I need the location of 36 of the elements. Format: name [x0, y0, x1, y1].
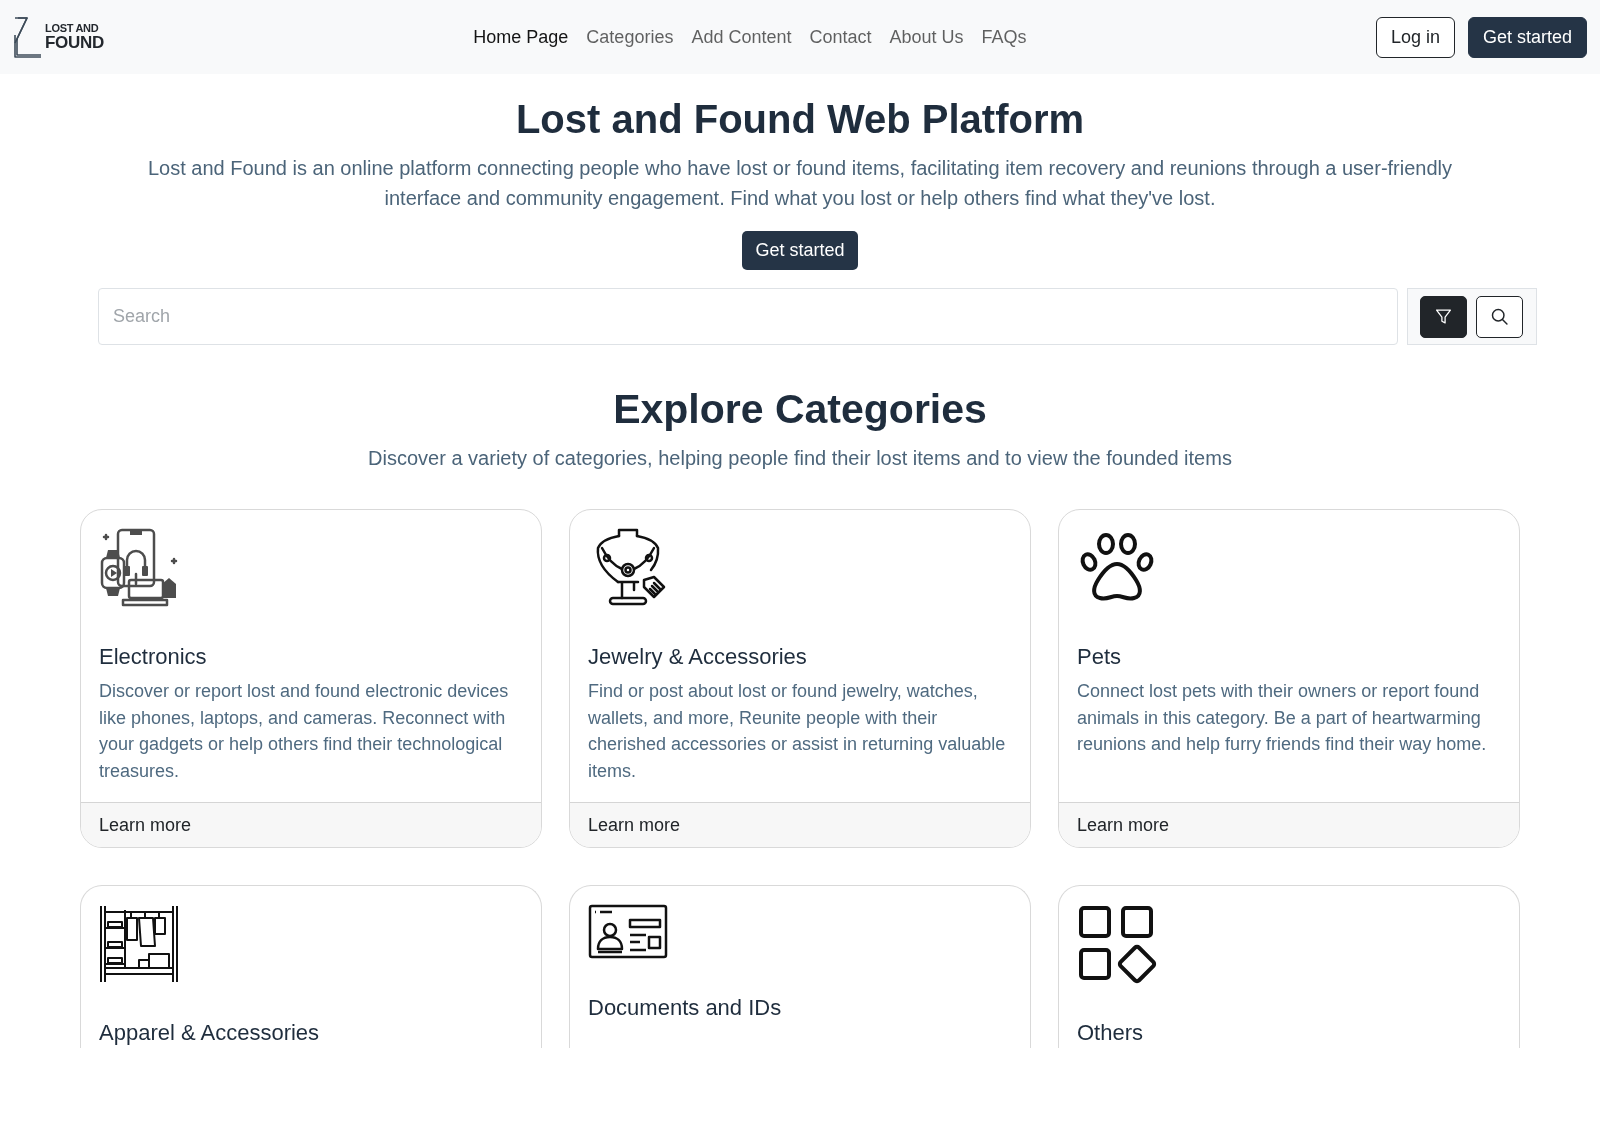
- logo-icon: [14, 16, 42, 58]
- section-title: Explore Categories: [612, 385, 988, 434]
- devices-icon: [99, 528, 179, 608]
- card-title: Others: [1077, 1020, 1145, 1046]
- card-description: Discover or report lost and found electronic devices like phones, laptops, and cameras. Reconnect with your gadgets or help others find their technological treasures.: [99, 680, 510, 783]
- shapes-icon: [1077, 904, 1157, 984]
- nav-link[interactable]: FAQs: [972, 20, 1036, 54]
- nav-link[interactable]: About Us: [880, 20, 973, 54]
- learn-more-link[interactable]: Learn more: [99, 814, 192, 836]
- card-description: Find or post about lost or found jewelry, watches, wallets, and more, Reunite people with their cherished accessories or assist in returning valuable items.: [588, 680, 1007, 783]
- get-started-button[interactable]: Get started: [1467, 16, 1587, 58]
- card-title: Jewelry & Accessories: [588, 644, 808, 670]
- section-subtitle: Discover a variety of categories, helping people find their lost items and to view the founded items: [367, 446, 1233, 471]
- logo-wordmark: LOST AND FOUND: [45, 23, 104, 51]
- nav-link[interactable]: Categories: [577, 20, 683, 54]
- login-button[interactable]: Log in: [1375, 16, 1455, 58]
- card-description: Connect lost pets with their owners or report found animals in this category. Be a part of heartwarming reunions and help furry friends find their way home.: [1077, 680, 1488, 756]
- intro-paragraph: Lost and Found is an online platform connecting people who have lost or found items, facilitating item recovery and reunions through a user-friendly interface and community engagement. Find what you lost or help others find what they've lost.: [146, 156, 1454, 211]
- page-title: Lost and Found Web Platform: [514, 96, 1086, 143]
- card-title: Pets: [1077, 644, 1123, 670]
- card-title: Documents and IDs: [588, 995, 783, 1021]
- filter-button[interactable]: [1420, 295, 1467, 338]
- search-field[interactable]: Search: [98, 288, 1398, 345]
- search-icon: [1491, 308, 1508, 325]
- id-card-icon: [588, 904, 668, 959]
- learn-more-link[interactable]: Learn more: [1077, 814, 1170, 836]
- nav-link[interactable]: Contact: [800, 20, 881, 54]
- nav-link[interactable]: Home Page: [464, 20, 578, 54]
- filter-icon: [1435, 308, 1452, 325]
- nav-link[interactable]: Add Content: [682, 20, 801, 54]
- clothes-rack-icon: [99, 904, 179, 984]
- get-started-button[interactable]: Get started: [742, 231, 858, 270]
- search-button[interactable]: [1476, 295, 1523, 338]
- card-title: Apparel & Accessories: [99, 1020, 321, 1046]
- card-title: Electronics: [99, 644, 208, 670]
- learn-more-link[interactable]: Learn more: [588, 814, 681, 836]
